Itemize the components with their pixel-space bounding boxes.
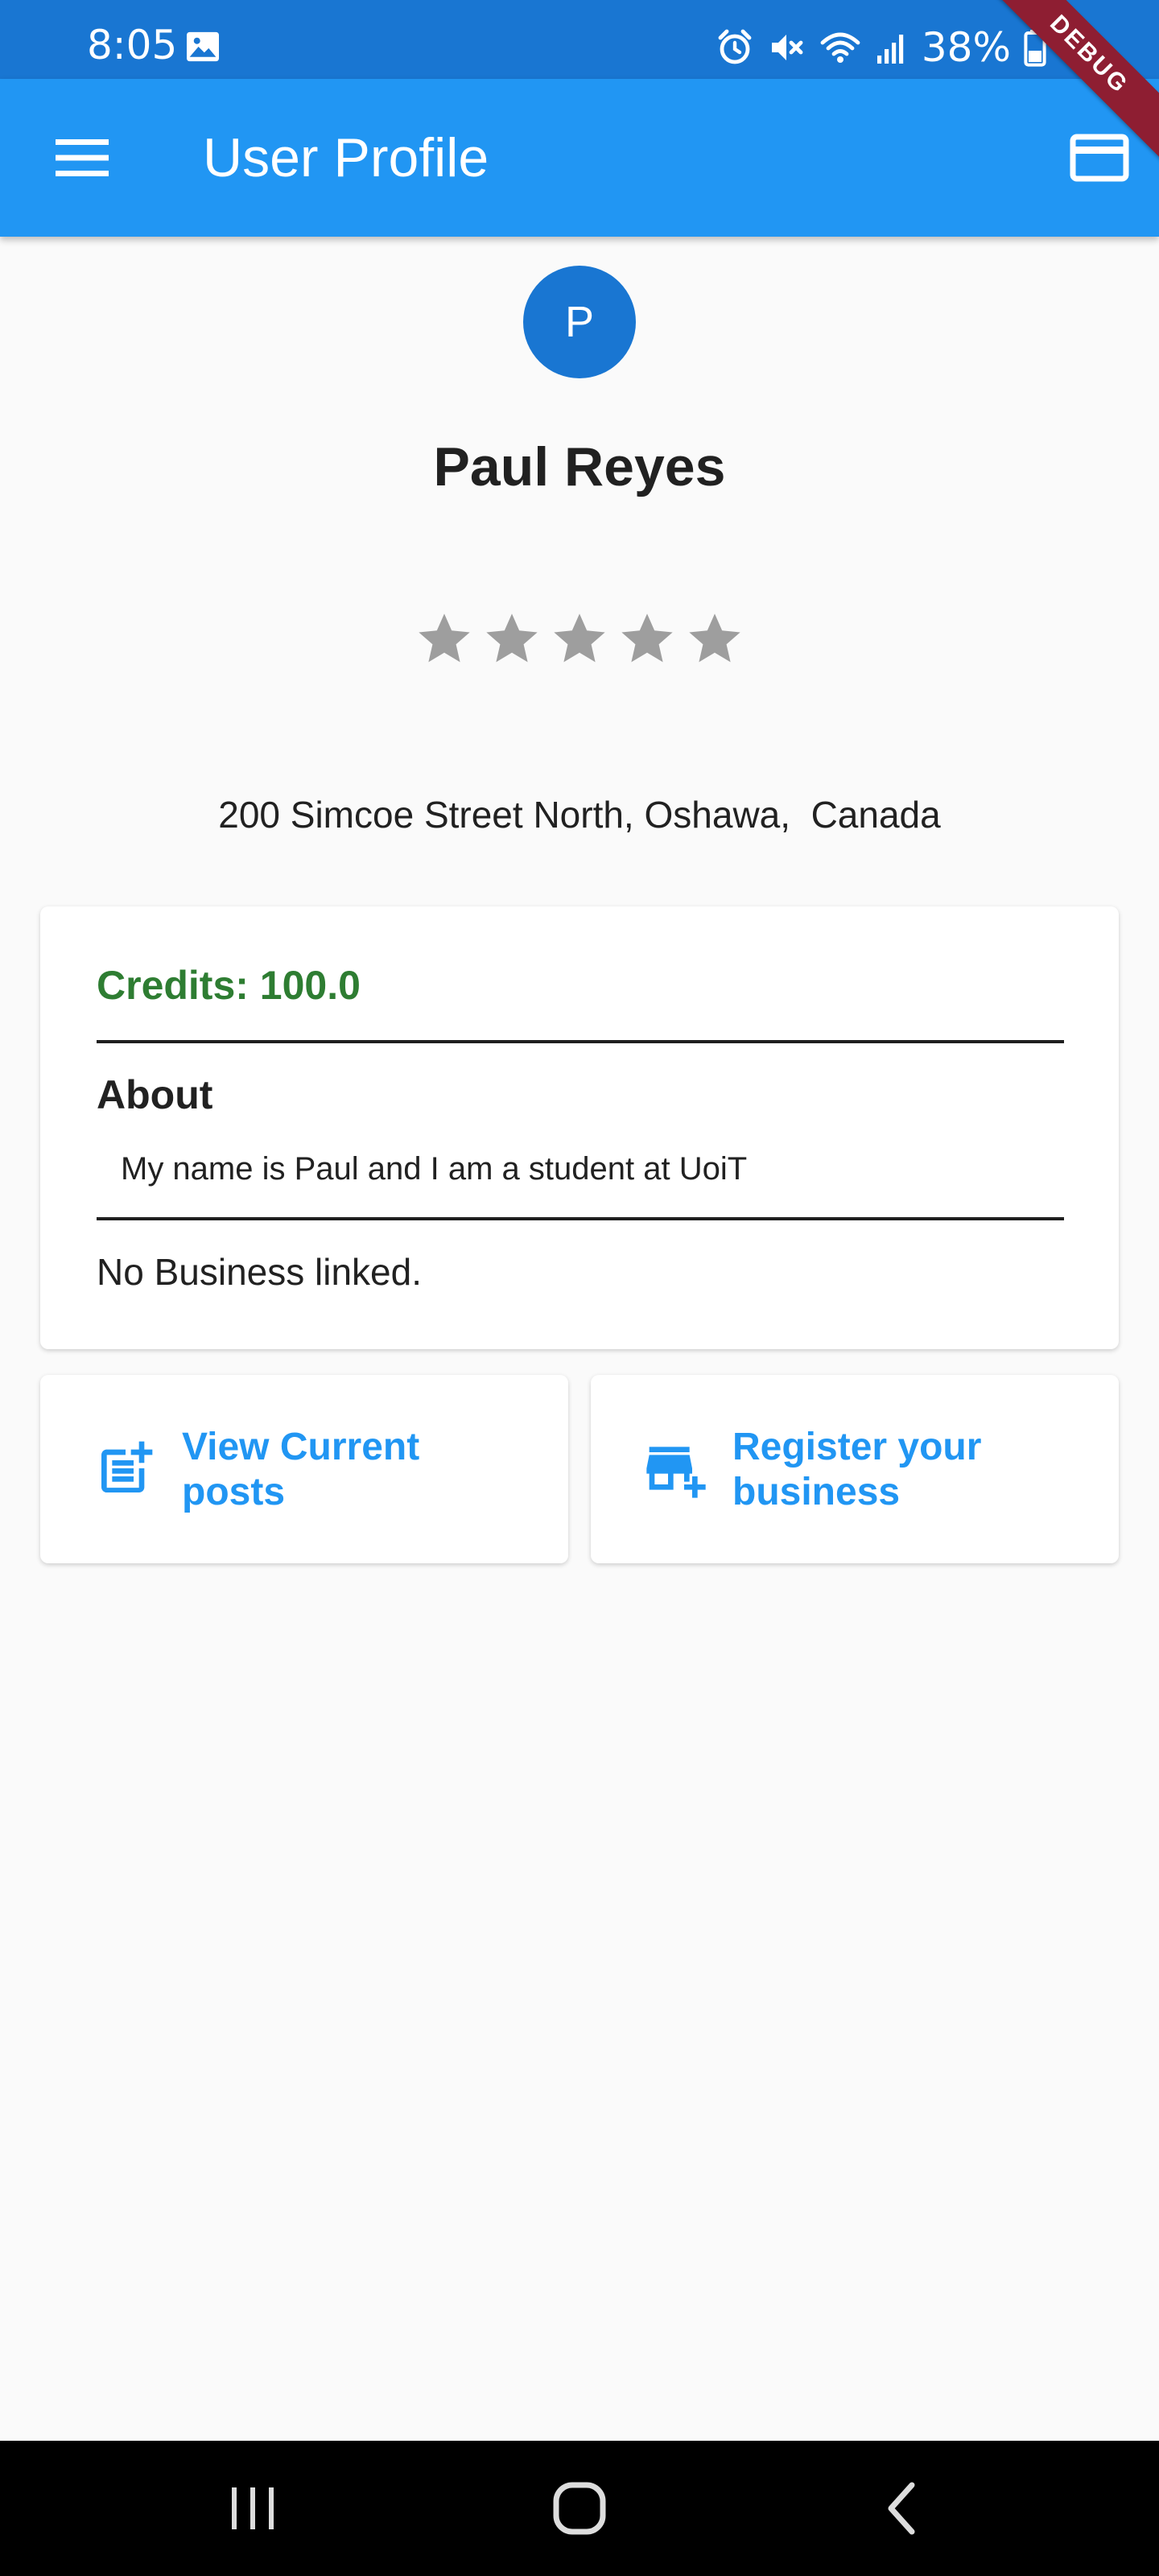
divider (97, 1217, 1064, 1220)
battery-percent: 38% (921, 24, 1011, 71)
home-button[interactable] (523, 2468, 636, 2549)
register-business-button[interactable]: Register your business (591, 1375, 1119, 1563)
mute-icon (771, 35, 803, 60)
menu-icon (56, 139, 109, 176)
address: 200 Simcoe Street North, Oshawa, Canada (218, 794, 941, 836)
credit-card-icon (1070, 134, 1129, 182)
back-button[interactable] (845, 2468, 958, 2549)
image-icon (187, 31, 219, 62)
star-icon[interactable] (414, 609, 475, 670)
payment-button[interactable] (1059, 118, 1140, 198)
alarm-icon (718, 29, 752, 64)
rating-stars[interactable] (414, 609, 745, 681)
signal-icon (876, 35, 904, 64)
page-title: User Profile (203, 127, 489, 188)
post-add-icon (101, 1441, 153, 1492)
add-business-icon (646, 1447, 706, 1498)
system-nav-bar (0, 2441, 1159, 2576)
status-bar: 8:05 38% (0, 0, 1159, 79)
star-icon[interactable] (684, 609, 745, 670)
status-time: 8:05 (87, 22, 178, 68)
view-posts-button[interactable]: View Current posts (40, 1375, 568, 1563)
recents-button[interactable] (196, 2468, 309, 2549)
user-name: Paul Reyes (433, 436, 726, 497)
credits-label: Credits: 100.0 (97, 963, 361, 1008)
star-icon[interactable] (549, 609, 610, 670)
menu-button[interactable] (42, 118, 122, 198)
avatar: P (523, 266, 636, 378)
info-card: Credits: 100.0 About My name is Paul and… (40, 906, 1119, 1349)
avatar-initial: P (564, 298, 595, 346)
app-bar: User Profile (0, 79, 1159, 237)
star-icon[interactable] (481, 609, 542, 670)
register-business-label: Register your business (732, 1426, 982, 1513)
star-icon[interactable] (617, 609, 678, 670)
divider (97, 1040, 1064, 1043)
status-icons: 38% (716, 24, 1046, 71)
about-heading: About (97, 1072, 213, 1117)
view-posts-label: View Current posts (182, 1426, 420, 1513)
recents-icon (232, 2487, 274, 2529)
business-status: No Business linked. (97, 1251, 422, 1293)
about-text: My name is Paul and I am a student at Uo… (121, 1151, 748, 1187)
wifi-icon (820, 32, 860, 63)
home-icon (553, 2482, 606, 2535)
back-icon (888, 2482, 915, 2535)
